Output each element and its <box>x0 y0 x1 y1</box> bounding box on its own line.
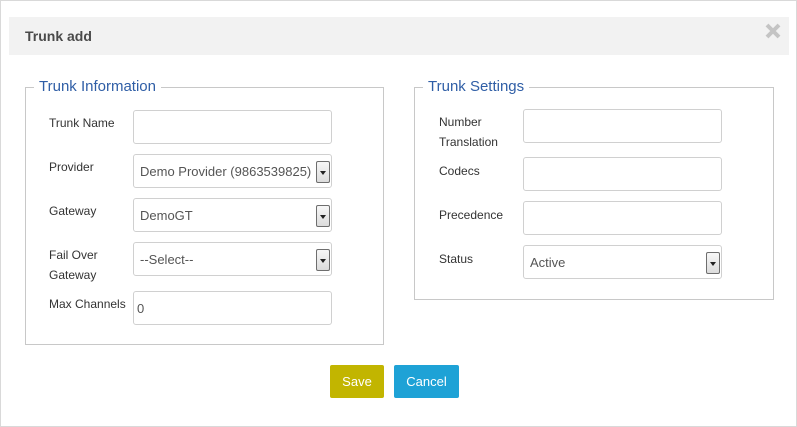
dialog-header: Trunk add <box>9 17 789 55</box>
dialog-title: Trunk add <box>25 28 92 44</box>
chevron-down-icon[interactable] <box>706 252 720 274</box>
max-channels-label: Max Channels <box>49 297 126 311</box>
cancel-button[interactable]: Cancel <box>394 365 459 398</box>
fail-over-gateway-label-line2: Gateway <box>49 268 97 282</box>
chevron-down-icon[interactable] <box>316 205 330 227</box>
status-select[interactable]: Active <box>523 245 722 279</box>
precedence-label: Precedence <box>439 208 504 222</box>
status-label: Status <box>439 252 474 266</box>
provider-select[interactable]: Demo Provider (9863539825) <box>133 154 332 188</box>
number-translation-input[interactable] <box>523 109 722 143</box>
trunk-name-input[interactable] <box>133 110 332 144</box>
number-translation-label-line1: Number <box>439 115 482 129</box>
trunk-settings-group: Trunk Settings Number Translation Codecs… <box>414 79 774 300</box>
codecs-label: Codecs <box>439 164 480 178</box>
fail-over-gateway-select[interactable]: --Select-- <box>133 242 332 276</box>
trunk-name-label: Trunk Name <box>49 116 115 130</box>
chevron-down-icon[interactable] <box>316 161 330 183</box>
trunk-information-legend: Trunk Information <box>34 79 161 95</box>
provider-selected-value: Demo Provider (9863539825) <box>140 164 312 179</box>
codecs-input[interactable] <box>523 157 722 191</box>
provider-label: Provider <box>49 160 94 174</box>
gateway-select[interactable]: DemoGT <box>133 198 332 232</box>
fail-over-gateway-label-line1: Fail Over <box>49 248 98 262</box>
number-translation-label-line2: Translation <box>439 135 498 149</box>
save-button[interactable]: Save <box>330 365 384 398</box>
fail-over-gateway-selected-value: --Select-- <box>140 252 194 267</box>
close-icon[interactable] <box>763 21 783 41</box>
max-channels-input[interactable] <box>133 291 332 325</box>
gateway-selected-value: DemoGT <box>140 208 193 223</box>
chevron-down-icon[interactable] <box>316 249 330 271</box>
trunk-settings-legend: Trunk Settings <box>423 79 530 95</box>
precedence-input[interactable] <box>523 201 722 235</box>
trunk-information-group: Trunk Information Trunk Name Provider De… <box>25 79 384 345</box>
trunk-add-dialog: Trunk add Trunk Information Trunk Name P… <box>0 0 797 427</box>
gateway-label: Gateway <box>49 204 97 218</box>
status-selected-value: Active <box>530 255 566 270</box>
